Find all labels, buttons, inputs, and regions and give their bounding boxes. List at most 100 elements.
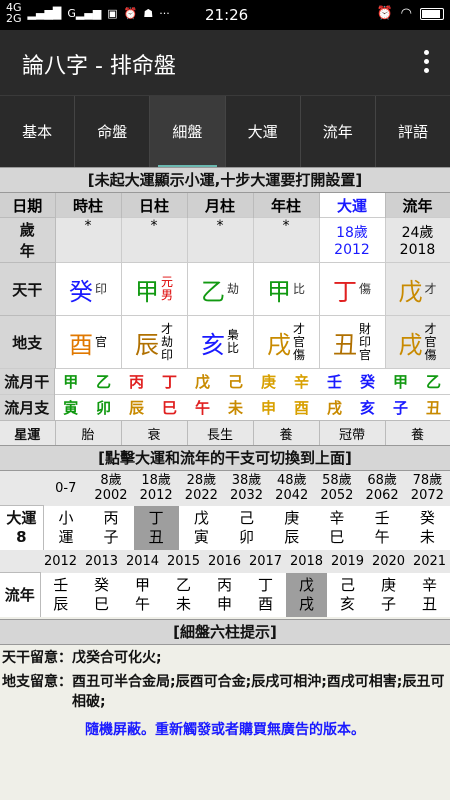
- more-notifications-icon: ···: [159, 6, 170, 20]
- monthly-stem: 丁: [153, 368, 186, 395]
- header-month: 月柱: [187, 193, 254, 218]
- major-luck-age: 0-7: [43, 471, 89, 506]
- major-luck-pillar[interactable]: 戊寅: [178, 505, 224, 550]
- header-row: 日期 時柱 日柱 月柱 年柱 大運 流年: [0, 193, 450, 218]
- stem-char: 乙: [200, 277, 225, 306]
- branch-cell-hour: 酉官: [55, 315, 122, 368]
- monthly-branch: 子: [384, 394, 417, 420]
- annual-pillar[interactable]: 辛丑: [409, 572, 450, 617]
- annual-year: 2017: [245, 550, 286, 573]
- star-luck-hour: 胎: [55, 420, 122, 445]
- stem-char: 丁: [332, 277, 357, 306]
- monthly-branch: 午: [186, 394, 219, 420]
- earthly-branch-row: 地支 酉官辰才劫印亥梟比戌才官傷丑財印官戌才官傷: [0, 315, 450, 368]
- branch-char: 亥: [200, 330, 225, 359]
- header-day: 日柱: [121, 193, 188, 218]
- alarm-icon: ⏰: [376, 6, 393, 21]
- signal-icon: ▂▄▆█: [27, 6, 62, 20]
- notes-section: 天干留意： 戊癸合可化火; 地支留意： 酉丑可半合金局;辰酉可合金;辰戌可相沖;…: [0, 645, 450, 739]
- annual-pillar[interactable]: 丁酉: [245, 572, 286, 617]
- branch-hidden-gods: 才劫印: [160, 321, 173, 362]
- monthly-stem: 庚: [252, 368, 285, 395]
- stem-cell-major-luck: 丁傷: [319, 262, 386, 316]
- branch-char: 酉: [68, 330, 93, 359]
- annual-pillar[interactable]: 乙未: [163, 572, 204, 617]
- tab-major-luck[interactable]: 大運: [226, 96, 301, 168]
- branch-cell-major-luck: 丑財印官: [319, 315, 386, 368]
- tab-chart[interactable]: 命盤: [75, 96, 151, 168]
- star-luck-major-luck: 冠帶: [319, 420, 386, 445]
- branch-hidden-gods: 官: [94, 334, 107, 349]
- heavenly-stem-label: 天干: [0, 262, 56, 316]
- alarm-icon: ⏰: [123, 6, 138, 20]
- stem-ten-god: 才: [424, 281, 437, 296]
- monthly-stem: 甲: [384, 368, 417, 395]
- tab-comments[interactable]: 評語: [376, 96, 450, 168]
- monthly-stem-row: 流月干 甲乙丙丁戊己庚辛壬癸甲乙: [0, 368, 450, 395]
- header-hour: 時柱: [55, 193, 122, 218]
- major-luck-pillar[interactable]: 己卯: [223, 505, 270, 550]
- annual-pillar[interactable]: 己亥: [327, 572, 368, 617]
- star-luck-month: 長生: [187, 420, 254, 445]
- branch-cell-annual: 戌才官傷: [385, 315, 450, 368]
- major-luck-pillar[interactable]: 小運: [43, 505, 89, 550]
- notice-bar: [未起大運顯示小運,十步大運要打開設置]: [0, 167, 450, 193]
- stem-cell-annual: 戊才: [385, 262, 450, 316]
- monthly-stem: 癸: [351, 368, 384, 395]
- branch-note-value: 酉丑可半合金局;辰酉可合金;辰戌可相沖;酉戌可相害;辰丑可相破;: [72, 674, 445, 710]
- branch-char: 辰: [134, 330, 159, 359]
- age-row: 歲年 * * * * 18歲 2012 24歲 2018: [0, 217, 450, 263]
- major-luck-age: 8歲 2002: [88, 471, 134, 506]
- annual-pillar[interactable]: 壬辰: [40, 572, 81, 617]
- star-luck-table: 星運 胎衰長生養冠帶養: [0, 420, 450, 445]
- tab-annual[interactable]: 流年: [301, 96, 376, 168]
- ad-notice-link[interactable]: 隨機屏蔽。重新觸發或者購買無廣告的版本。: [0, 713, 450, 739]
- major-luck-pillar[interactable]: 辛巳: [314, 505, 360, 550]
- overflow-menu-icon[interactable]: [424, 50, 430, 76]
- annual-year: 2021: [409, 550, 450, 573]
- monthly-branch-label: 流月支: [0, 394, 55, 420]
- annual-pillar[interactable]: 癸巳: [81, 572, 122, 617]
- app-title: 論八字 - 排命盤: [22, 54, 176, 79]
- app-bar: 論八字 - 排命盤: [0, 30, 450, 95]
- annual-pillar[interactable]: 甲午: [122, 572, 163, 617]
- monthly-branch: 卯: [87, 394, 120, 420]
- annual-pillar[interactable]: 丙申: [204, 572, 245, 617]
- major-luck-pillar[interactable]: 壬午: [359, 505, 405, 550]
- annual-year: 2014: [122, 550, 163, 573]
- branch-cell-day: 辰才劫印: [121, 315, 188, 368]
- age-month: *: [187, 217, 254, 263]
- stem-note-value: 戊癸合可化火;: [72, 650, 162, 666]
- stem-char: 戊: [398, 277, 423, 306]
- annual-pillar[interactable]: 戊戌: [286, 572, 327, 617]
- monthly-branch: 酉: [285, 394, 318, 420]
- monthly-branch: 辰: [120, 394, 153, 420]
- branch-char: 戌: [266, 330, 291, 359]
- monthly-stem: 乙: [417, 368, 450, 395]
- age-annual: 24歲 2018: [385, 217, 450, 263]
- major-luck-pillar[interactable]: 庚辰: [269, 505, 315, 550]
- star-luck-label: 星運: [0, 420, 56, 445]
- annual-pillar-row: 流年 壬辰癸巳甲午乙未丙申丁酉戊戌己亥庚子辛丑: [0, 572, 450, 617]
- major-luck-pillar[interactable]: 丁丑: [133, 505, 179, 550]
- monthly-stem: 戊: [186, 368, 219, 395]
- major-luck-pillar[interactable]: 丙子: [88, 505, 134, 550]
- major-luck-pillar[interactable]: 癸未: [404, 505, 450, 550]
- tab-detail-chart[interactable]: 細盤: [150, 96, 226, 168]
- tab-basic[interactable]: 基本: [0, 96, 76, 168]
- stem-ten-god: 比: [292, 281, 305, 296]
- battery-icon: [420, 7, 444, 20]
- stem-note: 天干留意： 戊癸合可化火;: [0, 645, 450, 669]
- major-luck-age: 18歲 2012: [133, 471, 179, 506]
- star-luck-row: 星運 胎衰長生養冠帶養: [0, 420, 450, 445]
- major-luck-age: 58歲 2052: [314, 471, 360, 506]
- branch-hidden-gods: 財印官: [358, 321, 371, 362]
- monthly-stem: 己: [219, 368, 252, 395]
- major-luck-pillar-row: 大運 8 小運丙子丁丑戊寅己卯庚辰辛巳壬午癸未: [0, 505, 450, 550]
- monthly-branch: 戌: [318, 394, 351, 420]
- wifi-icon: ◠: [400, 6, 412, 21]
- annual-pillar[interactable]: 庚子: [368, 572, 409, 617]
- notification-icon: ▣: [107, 6, 118, 20]
- monthly-stem: 壬: [318, 368, 351, 395]
- annual-year: 2012: [40, 550, 81, 573]
